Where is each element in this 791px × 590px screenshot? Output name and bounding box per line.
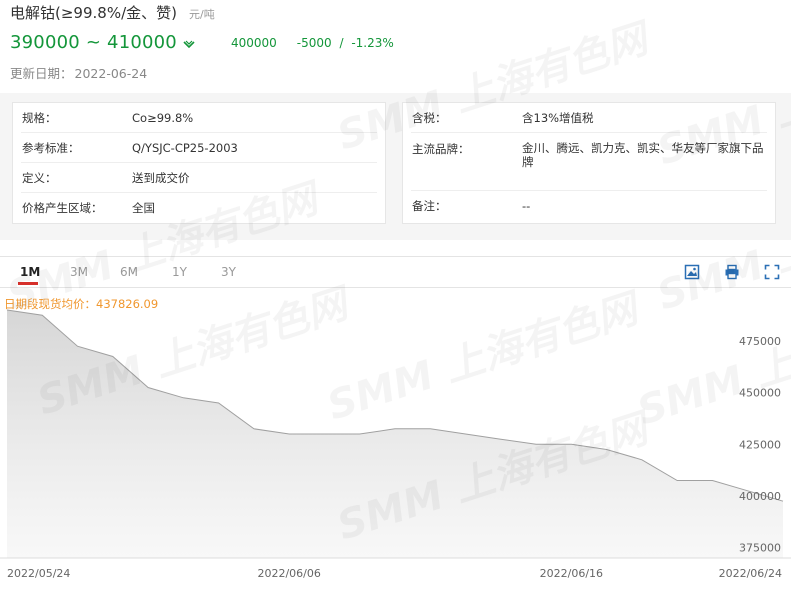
- tab-1y[interactable]: 1Y: [172, 265, 187, 279]
- data-point[interactable]: [711, 479, 714, 482]
- info-value: --: [522, 198, 531, 213]
- data-point[interactable]: [217, 402, 220, 405]
- info-value: Q/YSJC-CP25-2003: [132, 140, 238, 155]
- data-point[interactable]: [570, 443, 573, 446]
- y-tick-label: 475000: [739, 335, 781, 348]
- info-value: Co≥99.8%: [132, 110, 194, 125]
- info-label: 含税：: [412, 110, 447, 125]
- unit-label: 元/吨: [188, 8, 215, 21]
- info-value: 含13%增值税: [522, 110, 594, 125]
- data-point[interactable]: [676, 479, 679, 482]
- x-tick-label: 2022/05/24: [7, 567, 70, 580]
- period-tabs-bar: 1M 3M 6M 1Y 3Y: [0, 256, 791, 288]
- y-tick-label: 450000: [739, 387, 781, 400]
- price-area-fill: [7, 310, 783, 558]
- info-value: 送到成交价: [132, 170, 190, 185]
- info-row: 参考标准： Q/YSJC-CP25-2003: [21, 133, 377, 163]
- update-date-row: 更新日期： 2022-06-24: [10, 63, 149, 82]
- y-tick-label: 375000: [739, 542, 781, 555]
- print-icon[interactable]: [724, 264, 740, 280]
- info-row: 含税： 含13%增值税: [411, 103, 767, 133]
- data-point[interactable]: [394, 427, 397, 430]
- update-label: 更新日期：: [10, 66, 73, 81]
- data-point[interactable]: [252, 427, 255, 430]
- info-label: 规格：: [22, 110, 57, 125]
- fullscreen-icon[interactable]: [764, 264, 780, 280]
- data-point[interactable]: [323, 433, 326, 436]
- info-value: 全国: [132, 200, 155, 215]
- data-point[interactable]: [464, 433, 467, 436]
- info-row: 价格产生区域： 全国: [21, 193, 377, 222]
- active-tab-indicator: [18, 282, 38, 285]
- tab-1m[interactable]: 1M: [20, 265, 40, 279]
- data-point[interactable]: [6, 309, 9, 312]
- data-point[interactable]: [429, 427, 432, 430]
- product-title: 电解钴(≥99.8%/金、赞): [10, 4, 177, 22]
- info-label: 价格产生区域：: [22, 200, 103, 215]
- tab-3y[interactable]: 3Y: [221, 265, 236, 279]
- data-point[interactable]: [640, 458, 643, 461]
- tab-3m[interactable]: 3M: [70, 265, 88, 279]
- info-label: 参考标准：: [22, 140, 80, 155]
- data-point[interactable]: [499, 438, 502, 441]
- info-row: 定义： 送到成交价: [21, 163, 377, 193]
- change-percent: -1.23%: [351, 35, 394, 50]
- info-label: 主流品牌：: [412, 142, 470, 156]
- x-tick-label: 2022/06/16: [540, 567, 603, 580]
- data-point[interactable]: [76, 345, 79, 348]
- data-point[interactable]: [182, 396, 185, 399]
- price-header: 电解钴(≥99.8%/金、赞) 元/吨: [10, 2, 215, 24]
- down-arrow-icon: [183, 40, 195, 48]
- y-tick-label: 425000: [739, 438, 781, 451]
- data-point[interactable]: [535, 443, 538, 446]
- data-point[interactable]: [358, 433, 361, 436]
- price-area-chart: 475000 450000 425000 400000 375000 2022/05/24…: [0, 309, 791, 580]
- data-point[interactable]: [111, 355, 114, 358]
- average-price: 400000: [230, 35, 277, 50]
- x-tick-label: 2022/06/24: [719, 567, 782, 580]
- info-table-right: 含税： 含13%增值税 主流品牌： 金川、腾远、凯力克、凯实、华友等厂家旗下品牌…: [402, 102, 776, 224]
- info-panel: 规格： Co≥99.8% 参考标准： Q/YSJC-CP25-2003 定义： …: [0, 93, 791, 240]
- info-row: 规格： Co≥99.8%: [21, 103, 377, 133]
- x-tick-label: 2022/06/06: [257, 567, 320, 580]
- info-label: 备注：: [412, 198, 447, 213]
- info-row: 备注： --: [411, 191, 767, 220]
- update-date: 2022-06-24: [74, 66, 148, 81]
- price-range: 390000 ~ 410000: [10, 32, 177, 53]
- price-row: 390000 ~ 410000 400000 -5000 / -1.23%: [10, 32, 394, 53]
- data-point[interactable]: [41, 314, 44, 317]
- data-point[interactable]: [605, 448, 608, 451]
- data-point[interactable]: [288, 433, 291, 436]
- y-tick-label: 400000: [739, 490, 781, 503]
- change-separator: /: [339, 35, 344, 50]
- price-change: -5000 / -1.23%: [297, 36, 394, 50]
- data-point[interactable]: [147, 386, 150, 389]
- info-table-left: 规格： Co≥99.8% 参考标准： Q/YSJC-CP25-2003 定义： …: [12, 102, 386, 224]
- info-row: 主流品牌： 金川、腾远、凯力克、凯实、华友等厂家旗下品牌: [411, 133, 767, 191]
- info-label: 定义：: [22, 170, 57, 185]
- tab-6m[interactable]: 6M: [120, 265, 138, 279]
- change-value: -5000: [296, 35, 332, 50]
- data-point[interactable]: [782, 500, 785, 503]
- image-download-icon[interactable]: [684, 264, 700, 280]
- info-value: 金川、腾远、凯力克、凯实、华友等厂家旗下品牌: [522, 141, 764, 169]
